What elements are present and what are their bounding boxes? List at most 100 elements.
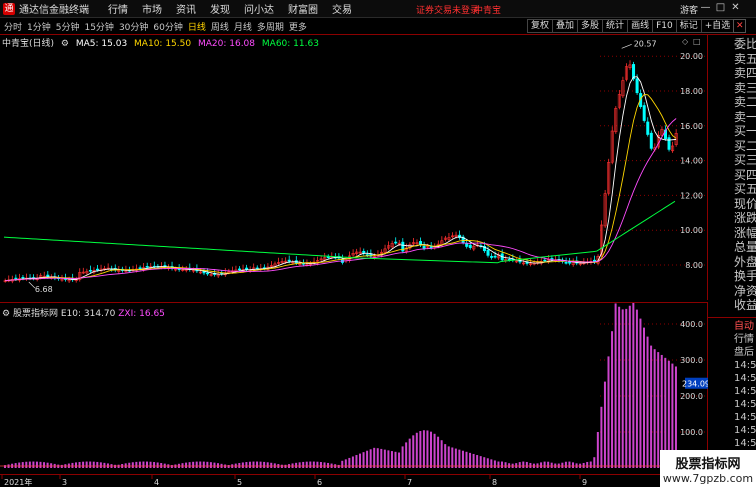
multi-stock-button[interactable]: 多股 — [577, 19, 604, 33]
candle-body — [646, 121, 650, 135]
indicator-bar — [337, 464, 340, 468]
adjust-button[interactable]: 复权 — [527, 19, 554, 33]
indicator-bar — [568, 461, 571, 468]
indicator-bar — [635, 309, 638, 468]
maximize-button[interactable]: □ — [713, 2, 728, 13]
overlay-button[interactable]: 叠加 — [552, 19, 579, 33]
indicator-bar — [263, 461, 266, 468]
price-tick: 14.00 — [680, 157, 703, 166]
quote-sidebar: 委比 卖五 卖四 卖三 卖二 卖一 买一 买二 买三 买四 买五 现价 涨跌 涨幅 总量 外盘 换手 净资 收益 自… — [708, 35, 756, 487]
close-chart-button[interactable]: ✕ — [733, 19, 747, 33]
indicator-chart[interactable]: 400.0 300.0 200.0 100.0 234.09 ⚙ 股票指标网 E10: … — [0, 302, 710, 474]
indicator-bar — [387, 450, 390, 468]
indicator-bar — [170, 465, 173, 468]
window-controls: — □ ✕ — [698, 2, 743, 13]
indicator-bar — [188, 462, 191, 468]
candle-body — [564, 261, 568, 264]
draw-line-button[interactable]: 画线 — [627, 19, 654, 33]
mark-button[interactable]: 标记 — [675, 19, 702, 33]
indicator-bar — [401, 446, 404, 468]
menu-discover[interactable]: 发现 — [210, 1, 230, 16]
quote-field: 委比 — [734, 37, 756, 51]
candle-body — [642, 105, 646, 121]
indicator-bar — [344, 459, 347, 468]
tab-more[interactable]: 更多 — [289, 20, 307, 33]
indicator-bar — [465, 451, 468, 468]
indicator-bar — [603, 381, 606, 468]
indicator-bar — [241, 462, 244, 468]
kline-chart[interactable]: 20.00 18.00 16.00 14.00 12.00 10.00 8.00 20.57 6… — [0, 35, 708, 300]
indicator-bar — [14, 463, 17, 468]
ma60-line — [3, 200, 676, 264]
indicator-bar — [589, 461, 592, 468]
indicator-bar — [202, 461, 205, 468]
close-window-button[interactable]: ✕ — [728, 2, 743, 13]
indicator-bar — [131, 462, 134, 468]
tab-monthly[interactable]: 月线 — [234, 20, 252, 33]
watermark-logo: 股票指标网 www.7gpzb.com — [660, 450, 756, 487]
menu-wealth[interactable]: 财富圈 — [288, 1, 318, 16]
indicator-bar — [433, 433, 436, 468]
stats-button[interactable]: 统计 — [602, 19, 629, 33]
zxi-label: ZXI: 16.65 — [118, 309, 165, 319]
tab-60min[interactable]: 60分钟 — [153, 20, 182, 33]
indicator-bar — [39, 461, 42, 468]
add-watchlist-button[interactable]: +自选 — [700, 19, 735, 33]
date-tick: 9 — [582, 478, 587, 487]
indicator-bar — [71, 462, 74, 468]
indicator-settings-icon[interactable]: ⚙ — [2, 309, 10, 319]
square-icon: □ — [693, 37, 701, 46]
indicator-bar — [657, 352, 660, 468]
indicator-bar — [522, 461, 525, 468]
stock-title: 中青宝(日线) — [2, 39, 55, 49]
indicator-bar — [312, 461, 315, 468]
quote-field: 卖一 — [734, 109, 756, 124]
menu-ask[interactable]: 问小达 — [244, 1, 274, 16]
indicator-bar — [376, 448, 379, 468]
indicator-bar — [227, 464, 230, 468]
tab-30min[interactable]: 30分钟 — [119, 20, 148, 33]
candle-body — [486, 249, 490, 256]
trade-login-notice[interactable]: 证券交易未登录 — [416, 3, 479, 16]
quote-field: 卖四 — [734, 66, 756, 80]
indicator-bar — [302, 461, 305, 468]
tab-15min[interactable]: 15分钟 — [84, 20, 113, 33]
tab-5min[interactable]: 5分钟 — [56, 20, 80, 33]
indicator-bar — [550, 462, 553, 468]
indicator-bar — [632, 302, 635, 468]
quote-field: 总量 — [734, 240, 756, 254]
tab-1min[interactable]: 1分钟 — [27, 20, 51, 33]
auto-label[interactable]: 自动 — [708, 320, 756, 333]
indicator-bar — [146, 461, 148, 468]
date-axis: 2021年 3 4 5 6 7 8 9 — [0, 474, 708, 487]
title-bar: 通 通达信金融终端 行情 市场 资讯 发现 问小达 财富圈 交易 证券交易未登录… — [0, 0, 756, 18]
tab-multi-period[interactable]: 多周期 — [257, 20, 284, 33]
tab-daily[interactable]: 日线 — [188, 20, 206, 33]
f10-button[interactable]: F10 — [652, 19, 677, 33]
menu-news[interactable]: 资讯 — [176, 1, 196, 16]
menu-quotes[interactable]: 行情 — [108, 1, 128, 16]
menu-market[interactable]: 市场 — [142, 1, 162, 16]
indicator-bar — [82, 461, 85, 468]
indicator-bar — [348, 457, 351, 468]
menu-trade[interactable]: 交易 — [332, 1, 352, 16]
tab-weekly[interactable]: 周线 — [211, 20, 229, 33]
indicator-bar — [185, 462, 188, 468]
settings-icon[interactable]: ⚙ — [61, 39, 69, 49]
tab-intraday[interactable]: 分时 — [4, 20, 22, 33]
ma60-label: MA60: 11.63 — [261, 39, 319, 49]
guest-label[interactable]: 游客 — [680, 3, 698, 16]
quote-field: 卖三 — [734, 80, 756, 95]
minimize-button[interactable]: — — [698, 2, 713, 13]
indicator-tick: 100.0 — [680, 428, 703, 437]
ma5-line — [5, 76, 677, 282]
candle-body — [493, 255, 497, 258]
quote-field: 涨幅 — [734, 225, 756, 240]
date-tick: 6 — [317, 478, 322, 487]
candle-body — [429, 246, 433, 248]
indicator-bar — [181, 463, 184, 468]
candle-body — [206, 272, 210, 275]
indicator-bar — [430, 431, 432, 468]
indicator-bar — [600, 406, 603, 468]
indicator-bar — [486, 458, 489, 468]
